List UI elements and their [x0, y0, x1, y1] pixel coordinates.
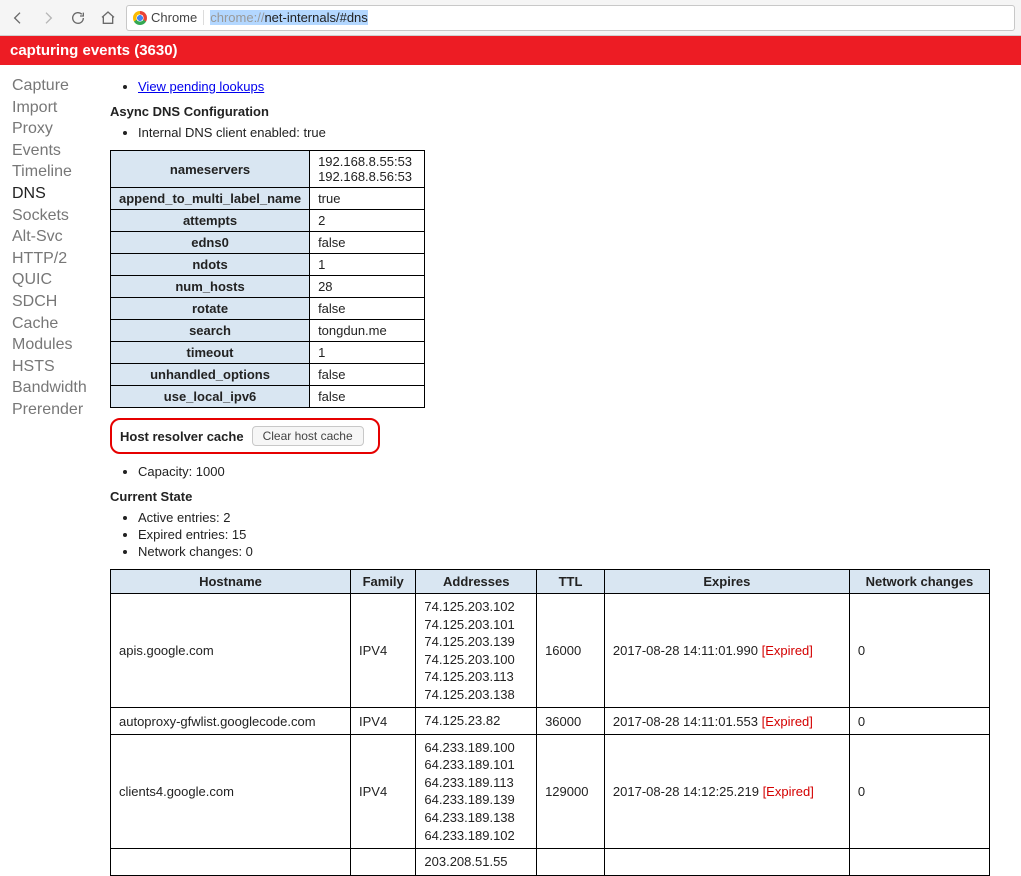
hosts-cell: 2017-08-28 14:11:01.553 [Expired] — [604, 708, 849, 735]
hosts-cell: 0 — [849, 594, 989, 708]
hosts-header: TTL — [537, 570, 605, 594]
cfg-value: 192.168.8.55:53 192.168.8.56:53 — [310, 151, 425, 188]
async-dns-heading: Async DNS Configuration — [110, 104, 1021, 119]
forward-button[interactable] — [36, 6, 60, 30]
cfg-value: false — [310, 364, 425, 386]
url-text: chrome://net-internals/#dns — [210, 10, 368, 25]
cfg-value: false — [310, 298, 425, 320]
hosts-cell — [849, 849, 989, 876]
cfg-key: attempts — [111, 210, 310, 232]
hosts-cell: clients4.google.com — [111, 734, 351, 848]
sidebar-item-dns[interactable]: DNS — [12, 183, 106, 205]
table-row: autoproxy-gfwlist.googlecode.comIPV474.1… — [111, 708, 990, 735]
capture-banner: capturing events (3630) — [0, 36, 1021, 65]
cfg-key: append_to_multi_label_name — [111, 188, 310, 210]
chrome-badge-label: Chrome — [151, 10, 197, 25]
dns-config-table: nameservers192.168.8.55:53 192.168.8.56:… — [110, 150, 425, 408]
cfg-key: unhandled_options — [111, 364, 310, 386]
cfg-key: ndots — [111, 254, 310, 276]
chrome-badge: Chrome — [133, 10, 204, 25]
hosts-cell: 0 — [849, 734, 989, 848]
cfg-value: tongdun.me — [310, 320, 425, 342]
state-item: Expired entries: 15 — [138, 527, 1021, 542]
hosts-header: Network changes — [849, 570, 989, 594]
sidebar-item-quic[interactable]: QUIC — [12, 269, 106, 291]
hosts-cell: 36000 — [537, 708, 605, 735]
sidebar-item-capture[interactable]: Capture — [12, 75, 106, 97]
table-row: apis.google.comIPV474.125.203.102 74.125… — [111, 594, 990, 708]
sidebar-item-bandwidth[interactable]: Bandwidth — [12, 377, 106, 399]
hosts-cell: autoproxy-gfwlist.googlecode.com — [111, 708, 351, 735]
sidebar-item-sdch[interactable]: SDCH — [12, 291, 106, 313]
sidebar-item-timeline[interactable]: Timeline — [12, 161, 106, 183]
cfg-value: false — [310, 386, 425, 408]
hosts-header: Hostname — [111, 570, 351, 594]
hosts-cell — [351, 849, 416, 876]
browser-toolbar: Chrome chrome://net-internals/#dns — [0, 0, 1021, 36]
sidebar-item-prerender[interactable]: Prerender — [12, 399, 106, 421]
hosts-cell: 129000 — [537, 734, 605, 848]
hosts-cell: IPV4 — [351, 734, 416, 848]
host-cache-table: HostnameFamilyAddressesTTLExpiresNetwork… — [110, 569, 990, 876]
back-button[interactable] — [6, 6, 30, 30]
cfg-value: true — [310, 188, 425, 210]
view-pending-link[interactable]: View pending lookups — [138, 79, 264, 94]
sidebar-item-sockets[interactable]: Sockets — [12, 205, 106, 227]
hosts-cell: 74.125.203.102 74.125.203.101 74.125.203… — [416, 594, 537, 708]
hosts-cell — [537, 849, 605, 876]
capacity-value: Capacity: 1000 — [138, 464, 1021, 479]
cfg-value: false — [310, 232, 425, 254]
table-row: 203.208.51.55 — [111, 849, 990, 876]
current-state-heading: Current State — [110, 489, 1021, 504]
hosts-header: Expires — [604, 570, 849, 594]
hosts-cell — [604, 849, 849, 876]
sidebar-item-http2[interactable]: HTTP/2 — [12, 248, 106, 270]
sidebar-item-altsvc[interactable]: Alt-Svc — [12, 226, 106, 248]
home-button[interactable] — [96, 6, 120, 30]
hosts-cell: 74.125.23.82 — [416, 708, 537, 735]
cfg-key: nameservers — [111, 151, 310, 188]
hosts-cell: 2017-08-28 14:12:25.219 [Expired] — [604, 734, 849, 848]
cfg-value: 28 — [310, 276, 425, 298]
hosts-cell: 0 — [849, 708, 989, 735]
sidebar-item-hsts[interactable]: HSTS — [12, 356, 106, 378]
table-row: clients4.google.comIPV464.233.189.100 64… — [111, 734, 990, 848]
hosts-cell: 203.208.51.55 — [416, 849, 537, 876]
hosts-cell: 16000 — [537, 594, 605, 708]
hosts-cell — [111, 849, 351, 876]
state-item: Active entries: 2 — [138, 510, 1021, 525]
hosts-cell: 2017-08-28 14:11:01.990 [Expired] — [604, 594, 849, 708]
cfg-key: timeout — [111, 342, 310, 364]
cfg-key: rotate — [111, 298, 310, 320]
hosts-cell: IPV4 — [351, 594, 416, 708]
hosts-cell: 64.233.189.100 64.233.189.101 64.233.189… — [416, 734, 537, 848]
sidebar-item-modules[interactable]: Modules — [12, 334, 106, 356]
sidebar-item-proxy[interactable]: Proxy — [12, 118, 106, 140]
hosts-cell: apis.google.com — [111, 594, 351, 708]
sidebar-item-events[interactable]: Events — [12, 140, 106, 162]
main-content: View pending lookups Async DNS Configura… — [110, 65, 1021, 876]
hosts-header: Family — [351, 570, 416, 594]
internal-client-status: Internal DNS client enabled: true — [138, 125, 1021, 140]
sidebar: CaptureImportProxyEventsTimelineDNSSocke… — [0, 65, 110, 876]
cfg-value: 1 — [310, 342, 425, 364]
cfg-key: search — [111, 320, 310, 342]
cfg-key: edns0 — [111, 232, 310, 254]
clear-cache-label: Host resolver cache — [120, 429, 244, 444]
state-item: Network changes: 0 — [138, 544, 1021, 559]
sidebar-item-cache[interactable]: Cache — [12, 313, 106, 335]
cfg-value: 1 — [310, 254, 425, 276]
cfg-key: num_hosts — [111, 276, 310, 298]
clear-host-cache-button[interactable]: Clear host cache — [252, 426, 364, 446]
reload-button[interactable] — [66, 6, 90, 30]
chrome-icon — [133, 11, 147, 25]
address-bar[interactable]: Chrome chrome://net-internals/#dns — [126, 5, 1015, 31]
cfg-key: use_local_ipv6 — [111, 386, 310, 408]
sidebar-item-import[interactable]: Import — [12, 97, 106, 119]
clear-cache-section: Host resolver cache Clear host cache — [110, 418, 380, 454]
hosts-cell: IPV4 — [351, 708, 416, 735]
cfg-value: 2 — [310, 210, 425, 232]
hosts-header: Addresses — [416, 570, 537, 594]
